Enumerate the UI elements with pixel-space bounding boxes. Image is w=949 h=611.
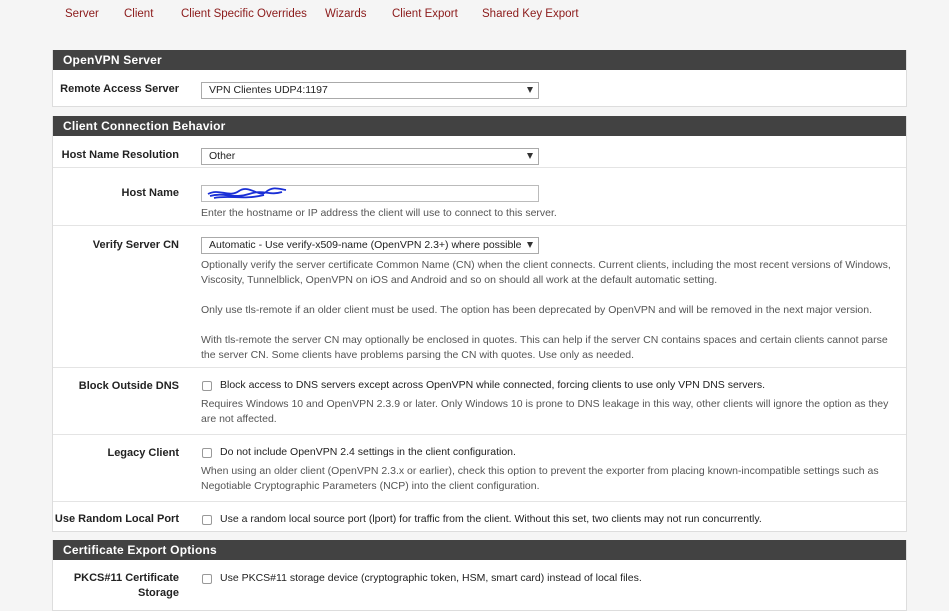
verify-server-cn-label: Verify Server CN [92, 239, 179, 251]
chevron-down-icon [527, 87, 533, 93]
openvpn-server-heading: OpenVPN Server [53, 50, 906, 70]
host-name-resolution-select[interactable]: Other [201, 148, 539, 165]
tab-bar: Server Client Client Specific Overrides … [52, 0, 906, 30]
certificate-export-panel: Certificate Export Options PKCS#11 Certi… [52, 540, 907, 611]
block-outside-dns-checkbox[interactable] [202, 381, 212, 391]
verify-server-cn-value: Automatic - Use verify-x509-name (OpenVP… [209, 239, 522, 251]
verify-server-cn-help-paragraph: With tls-remote the server CN may option… [201, 334, 888, 361]
pkcs11-row: PKCS#11 Certificate Storage Use PKCS#11 … [53, 560, 906, 610]
client-connection-heading: Client Connection Behavior [53, 116, 906, 136]
tab-client-specific-overrides[interactable]: Client Specific Overrides [181, 8, 307, 20]
host-name-input[interactable] [201, 185, 539, 202]
random-local-port-row: Use Random Local Port Use a random local… [53, 502, 906, 534]
legacy-client-checkbox-label: Do not include OpenVPN 2.4 settings in t… [220, 446, 516, 458]
remote-access-value: VPN Clientes UDP4:1197 [209, 84, 328, 96]
chevron-down-icon [527, 153, 533, 159]
random-local-port-checkbox[interactable] [202, 515, 212, 525]
openvpn-server-panel: OpenVPN Server Remote Access Server VPN … [52, 50, 907, 107]
legacy-client-label: Legacy Client [107, 447, 179, 459]
legacy-client-checkbox[interactable] [202, 448, 212, 458]
tab-client-export[interactable]: Client Export [392, 8, 458, 20]
host-name-row: Host Name Enter the hostname or IP addre… [53, 168, 906, 226]
host-name-resolution-label: Host Name Resolution [61, 149, 179, 161]
redaction-scribble-icon [207, 187, 287, 199]
host-name-resolution-value: Other [209, 150, 236, 162]
verify-server-cn-row: Verify Server CN Automatic - Use verify-… [53, 226, 906, 368]
verify-server-cn-help: Optionally verify the server certificate… [201, 258, 898, 363]
certificate-export-heading: Certificate Export Options [53, 540, 906, 560]
tab-client[interactable]: Client [124, 8, 153, 20]
verify-server-cn-select[interactable]: Automatic - Use verify-x509-name (OpenVP… [201, 237, 539, 254]
block-outside-dns-help: Requires Windows 10 and OpenVPN 2.3.9 or… [201, 398, 889, 425]
tab-server[interactable]: Server [65, 8, 99, 20]
pkcs11-label: PKCS#11 Certificate Storage [73, 572, 179, 599]
block-outside-dns-checkbox-label: Block access to DNS servers except acros… [220, 379, 766, 391]
random-local-port-label: Use Random Local Port [54, 513, 179, 525]
legacy-client-help: When using an older client (OpenVPN 2.3.… [201, 465, 879, 492]
host-name-resolution-row: Host Name Resolution Other [53, 136, 906, 168]
random-local-port-checkbox-label: Use a random local source port (lport) f… [220, 513, 762, 525]
pkcs11-checkbox-label: Use PKCS#11 storage device (cryptographi… [220, 572, 642, 584]
remote-access-select[interactable]: VPN Clientes UDP4:1197 [201, 82, 539, 99]
host-name-label: Host Name [121, 187, 179, 199]
remote-access-row: Remote Access Server VPN Clientes UDP4:1… [53, 70, 906, 106]
verify-server-cn-help-paragraph: Optionally verify the server certificate… [201, 259, 891, 286]
legacy-client-row: Legacy Client Do not include OpenVPN 2.4… [53, 435, 906, 502]
host-name-help: Enter the hostname or IP address the cli… [201, 207, 557, 219]
remote-access-label: Remote Access Server [60, 83, 179, 95]
chevron-down-icon [527, 242, 533, 248]
block-outside-dns-label: Block Outside DNS [78, 380, 179, 392]
tab-wizards[interactable]: Wizards [325, 8, 367, 20]
pkcs11-checkbox[interactable] [202, 574, 212, 584]
tab-shared-key-export[interactable]: Shared Key Export [482, 8, 579, 20]
block-outside-dns-row: Block Outside DNS Block access to DNS se… [53, 368, 906, 435]
client-connection-panel: Client Connection Behavior Host Name Res… [52, 116, 907, 532]
verify-server-cn-help-paragraph: Only use tls-remote if an older client m… [201, 304, 873, 316]
